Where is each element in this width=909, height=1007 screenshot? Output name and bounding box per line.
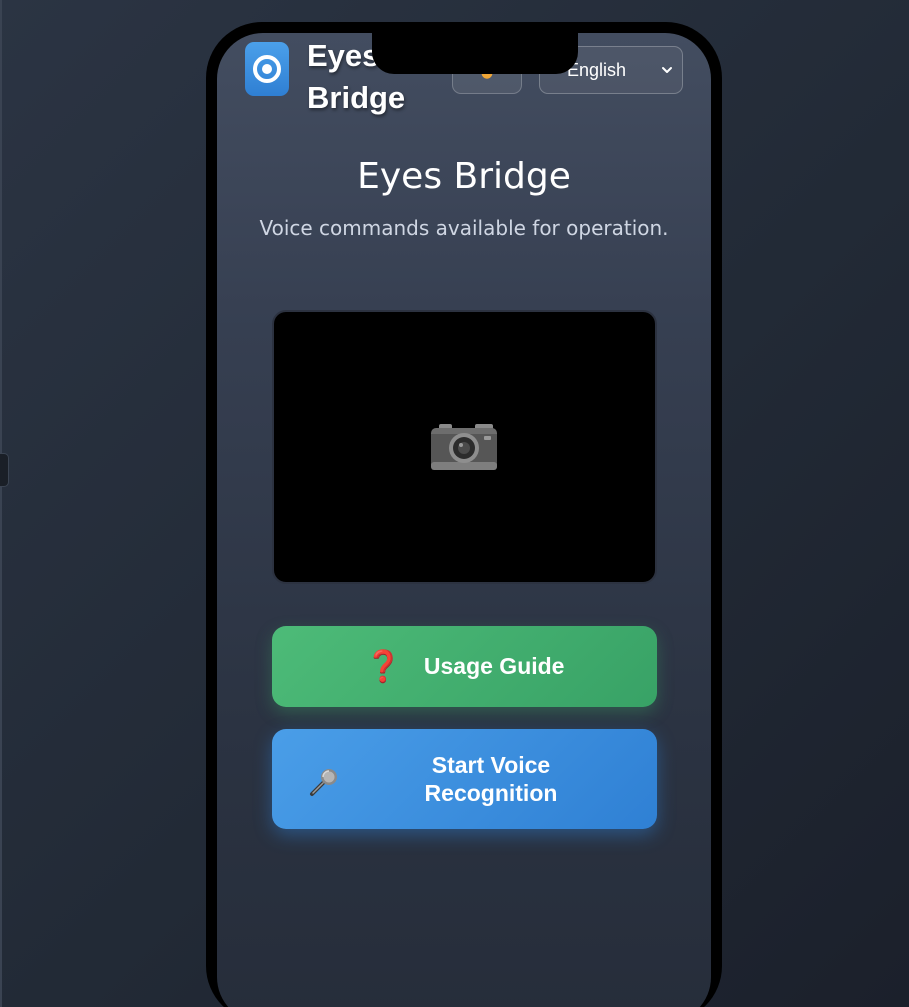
logo-ring	[253, 55, 281, 83]
camera-preview[interactable]	[272, 310, 657, 584]
app-logo-icon	[245, 42, 289, 96]
microphone-icon	[310, 769, 337, 796]
phone-frame: Eyes Bridge ● English Eyes Bridge Voice …	[206, 22, 722, 1007]
side-panel-handle[interactable]	[0, 453, 9, 487]
usage-guide-label: Usage Guide	[423, 653, 565, 679]
phone-notch	[372, 33, 578, 74]
chevron-down-icon	[662, 67, 672, 73]
phone-screen: Eyes Bridge ● English Eyes Bridge Voice …	[217, 33, 711, 1007]
page-subtitle: Voice commands available for operation.	[259, 216, 669, 240]
page-title: Eyes Bridge	[357, 156, 571, 197]
usage-guide-button[interactable]: ❓ Usage Guide	[272, 626, 657, 707]
camera-icon	[430, 424, 497, 470]
start-voice-recognition-button[interactable]: Start Voice Recognition	[272, 729, 657, 829]
window-edge	[0, 0, 2, 1007]
start-voice-recognition-label: Start Voice Recognition	[424, 752, 558, 806]
question-mark-icon: ❓	[364, 650, 402, 683]
logo-dot	[262, 64, 272, 74]
language-select-value: English	[567, 59, 627, 80]
